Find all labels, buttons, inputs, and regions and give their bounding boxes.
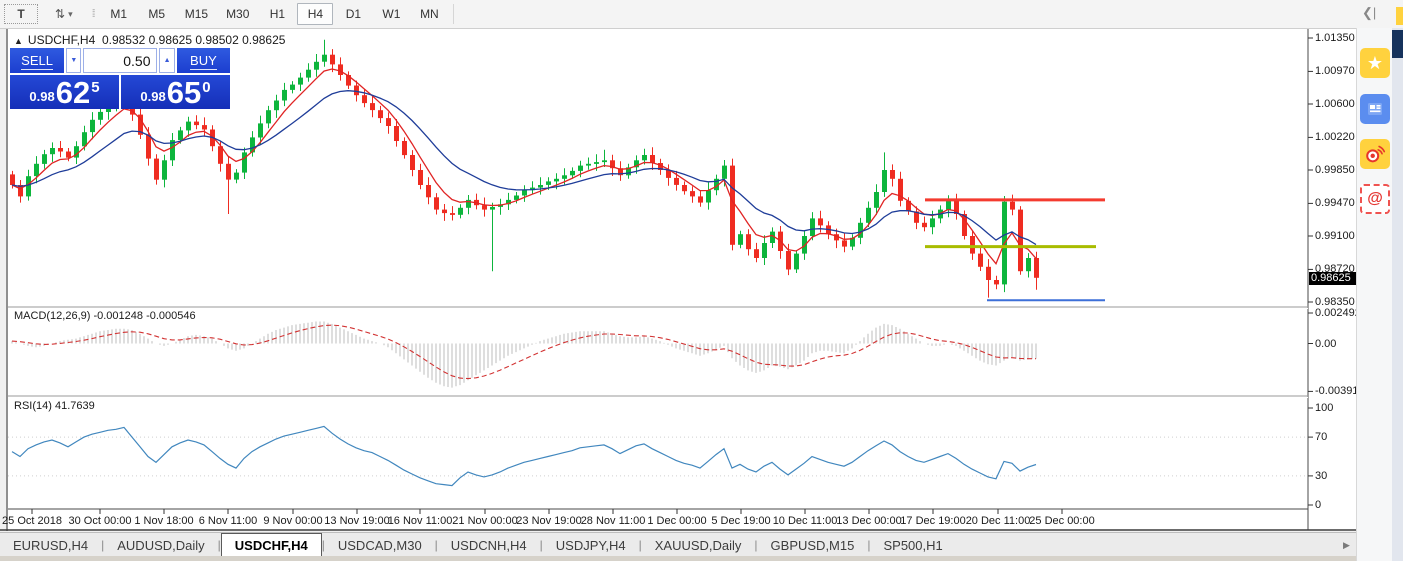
time-axis-label: 25 Oct 2018: [2, 515, 62, 527]
price-axis-label: 0.99850: [1315, 164, 1355, 176]
timeframe-button-m5[interactable]: M5: [139, 3, 175, 25]
buy-price-prefix: 0.98: [140, 89, 165, 104]
volume-increase-button[interactable]: ▲: [159, 48, 174, 73]
chart-tab-usdcnh[interactable]: USDCNH,H4: [438, 533, 540, 557]
buy-button[interactable]: BUY: [177, 48, 230, 73]
top-toolbar: T ⇅ ▾ ⁞⁞ M1M5M15M30H1H4D1W1MN: [0, 0, 1403, 29]
macd-axis-label: 0.00: [1315, 338, 1336, 350]
sell-price-pip: 5: [91, 79, 99, 96]
time-axis-label: 5 Dec 19:00: [711, 515, 770, 527]
time-axis-label: 30 Oct 00:00: [69, 515, 132, 527]
sell-price-box[interactable]: 0.98 62 5: [10, 75, 119, 109]
time-axis-label: 1 Nov 18:00: [134, 515, 193, 527]
sell-button-label: SELL: [21, 52, 53, 70]
time-axis-label: 21 Nov 00:00: [452, 515, 517, 527]
spinner-down-icon: ▼: [70, 57, 77, 64]
arrows-glyph: ⇅: [55, 7, 65, 21]
current-price-tag: 0.98625: [1309, 272, 1360, 285]
news-icon[interactable]: [1360, 94, 1390, 124]
weibo-eye-glyph: [1364, 143, 1386, 165]
macd-axis-label: 0.002492: [1315, 307, 1361, 319]
buy-price-pip: 0: [202, 79, 210, 96]
timeframe-button-h1[interactable]: H1: [259, 3, 295, 25]
timeframe-button-mn[interactable]: MN: [411, 3, 447, 25]
price-axis-label: 1.00600: [1315, 98, 1355, 110]
rsi-label: RSI(14) 41.7639: [14, 400, 95, 412]
chart-tab-gbpusd[interactable]: GBPUSD,M15: [758, 533, 868, 557]
chart-tab-xauusd[interactable]: XAUUSD,Daily: [642, 533, 755, 557]
time-axis-label: 23 Nov 19:00: [516, 515, 581, 527]
sell-button[interactable]: SELL: [10, 48, 64, 73]
chart-tab-audusd[interactable]: AUDUSD,Daily: [104, 533, 217, 557]
time-axis-label: 13 Nov 19:00: [324, 515, 389, 527]
price-axis-label: 1.00220: [1315, 131, 1355, 143]
time-axis-label: 1 Dec 00:00: [647, 515, 706, 527]
price-axis-label: 0.99100: [1315, 230, 1355, 242]
timeframe-button-m15[interactable]: M15: [177, 3, 216, 25]
timeframe-button-m1[interactable]: M1: [101, 3, 137, 25]
buy-button-label: BUY: [190, 52, 217, 70]
favorites-star-icon[interactable]: ★: [1360, 48, 1390, 78]
sidebar-scrollbar-track[interactable]: [1392, 28, 1403, 561]
time-axis-label: 25 Dec 00:00: [1029, 515, 1094, 527]
timeframe-button-d1[interactable]: D1: [335, 3, 371, 25]
spinner-up-icon: ▲: [164, 57, 171, 64]
rsi-axis-label: 70: [1315, 431, 1327, 443]
volume-decrease-button[interactable]: ▼: [66, 48, 81, 73]
rsi-axis-label: 100: [1315, 402, 1333, 414]
newspaper-glyph: [1365, 99, 1385, 119]
rsi-axis-label: 30: [1315, 470, 1327, 482]
time-axis-label: 28 Nov 11:00: [581, 515, 646, 527]
toolbar-separator: [453, 4, 454, 24]
drawing-tools-icon[interactable]: ⇅ ▾: [47, 3, 81, 25]
time-axis-label: 17 Dec 19:00: [900, 515, 965, 527]
chart-tab-usdjpy[interactable]: USDJPY,H4: [543, 533, 639, 557]
weibo-icon[interactable]: [1360, 139, 1390, 169]
price-axis-label: 1.00970: [1315, 65, 1355, 77]
time-axis-label: 10 Dec 11:00: [773, 515, 838, 527]
time-axis-label: 16 Nov 11:00: [388, 515, 453, 527]
buy-price-box[interactable]: 0.98 65 0: [121, 75, 230, 109]
chart-tab-usdcad[interactable]: USDCAD,M30: [325, 533, 435, 557]
chart-tab-bar: EURUSD,H4|AUDUSD,Daily|USDCHF,H4|USDCAD,…: [0, 532, 1356, 557]
sidebar-collapse-icon[interactable]: ❮|: [1362, 5, 1376, 21]
star-glyph: ★: [1367, 53, 1383, 74]
at-glyph: @: [1367, 190, 1383, 208]
collapse-panel-arrow-icon[interactable]: ▲: [14, 36, 23, 46]
email-at-icon[interactable]: @: [1360, 184, 1390, 214]
time-axis-label: 20 Dec 11:00: [966, 515, 1031, 527]
time-axis-label: 6 Nov 11:00: [199, 515, 258, 527]
time-axis-label: 9 Nov 00:00: [263, 515, 322, 527]
one-click-trade-panel: SELL ▼ ▲ BUY 0.98 62 5 0.98 65 0: [10, 48, 230, 109]
chart-tab-usdchf[interactable]: USDCHF,H4: [221, 533, 322, 557]
tab-scroll-right-icon[interactable]: ▶: [1343, 540, 1350, 551]
chart-title-ohlc: 0.98532 0.98625 0.98502 0.98625: [102, 33, 286, 47]
time-axis-label: 13 Dec 00:00: [836, 515, 901, 527]
rsi-axis-label: 0: [1315, 499, 1321, 511]
chart-title: ▲ USDCHF,H4 0.98532 0.98625 0.98502 0.986…: [14, 33, 285, 47]
timeframe-button-m30[interactable]: M30: [218, 3, 257, 25]
volume-input[interactable]: [83, 48, 157, 73]
price-axis-label: 1.01350: [1315, 32, 1355, 44]
toolbar-grip: ⁞⁞: [92, 8, 94, 20]
clipped-corner-icon: [1396, 7, 1403, 25]
timeframe-button-w1[interactable]: W1: [373, 3, 409, 25]
window-bottom-strip: [0, 556, 1403, 561]
text-tool-icon[interactable]: T: [4, 4, 38, 24]
price-axis-label: 0.99470: [1315, 197, 1355, 209]
sell-price-big: 62: [56, 78, 90, 108]
chart-title-symbol: USDCHF,H4: [28, 33, 95, 47]
sell-price-prefix: 0.98: [29, 89, 54, 104]
buy-price-big: 65: [167, 78, 201, 108]
chart-tab-eurusd[interactable]: EURUSD,H4: [0, 533, 101, 557]
timeframe-button-h4[interactable]: H4: [297, 3, 333, 25]
chart-tab-sp500[interactable]: SP500,H1: [870, 533, 955, 557]
timeframe-button-group: M1M5M15M30H1H4D1W1MN: [100, 3, 449, 25]
macd-label: MACD(12,26,9) -0.001248 -0.000546: [14, 310, 196, 322]
sidebar-scrollbar-thumb[interactable]: [1392, 30, 1403, 58]
chevron-down-icon: ▾: [68, 9, 73, 20]
